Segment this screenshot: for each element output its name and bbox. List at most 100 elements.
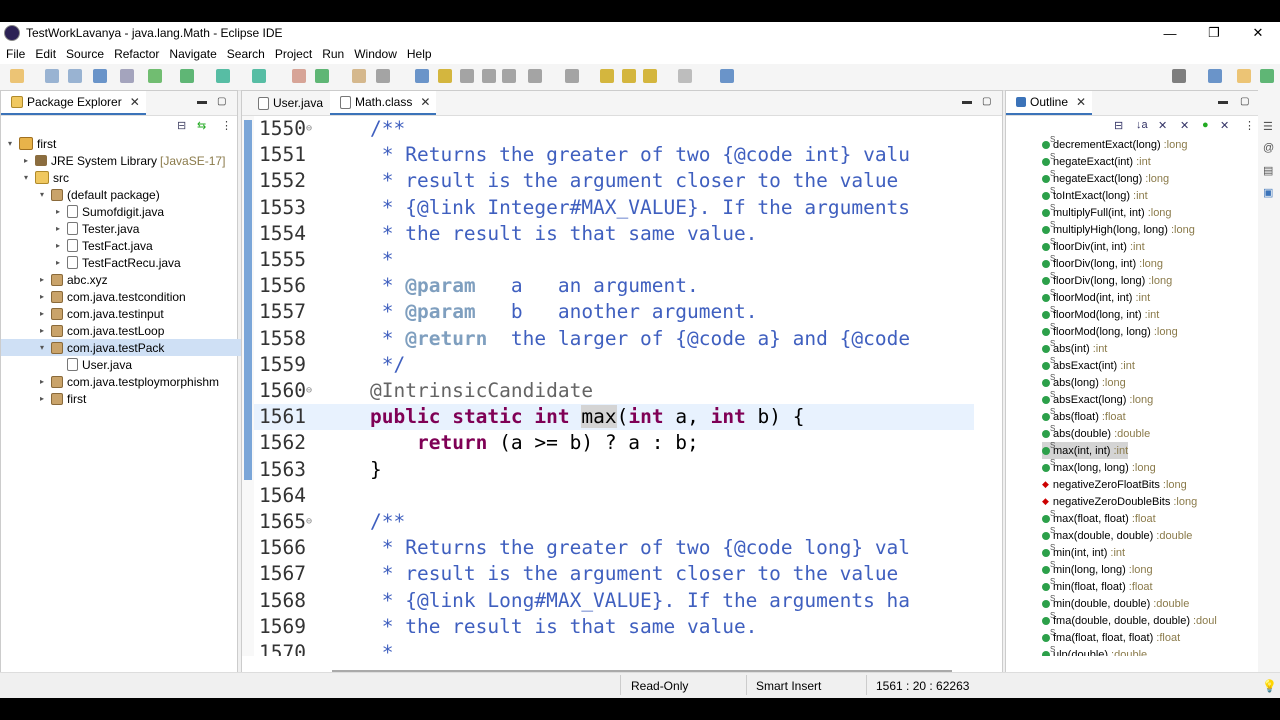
search-toolbar-icon[interactable] bbox=[376, 69, 390, 83]
minimize-panel-icon[interactable]: ▬ bbox=[197, 96, 207, 107]
expanded-arrow-icon[interactable]: ▾ bbox=[21, 173, 31, 182]
tab-outline[interactable]: Outline ✕ bbox=[1006, 91, 1093, 115]
code-line[interactable]: 1567 * result is the argument closer to … bbox=[254, 561, 974, 587]
code-line[interactable]: 1566 * Returns the greater of two {@code… bbox=[254, 535, 974, 561]
prev-annotation-icon[interactable] bbox=[565, 69, 579, 83]
outline-item[interactable]: Sfma(double, double, double) : doul bbox=[1042, 611, 1217, 629]
tree-item[interactable]: ▾ com.java.testPack bbox=[1, 339, 267, 356]
block-select-icon[interactable] bbox=[460, 69, 474, 83]
coverage-icon[interactable] bbox=[216, 69, 230, 83]
next-annotation-icon[interactable] bbox=[528, 69, 542, 83]
mark-occurrences-icon[interactable] bbox=[415, 69, 429, 83]
view-menu-icon[interactable]: ⋮ bbox=[1244, 119, 1255, 132]
maximize-editor-icon[interactable]: ▢ bbox=[982, 96, 991, 107]
terminal-icon[interactable] bbox=[93, 69, 107, 83]
collapsed-arrow-icon[interactable]: ▸ bbox=[37, 326, 47, 335]
outline-item[interactable]: Smax(double, double) : double bbox=[1042, 526, 1192, 544]
view-menu-icon[interactable]: ⋮ bbox=[221, 119, 232, 132]
maximize-panel-icon[interactable]: ▢ bbox=[217, 96, 226, 107]
collapsed-arrow-icon[interactable]: ▸ bbox=[21, 156, 31, 165]
outline-item[interactable]: SabsExact(long) : long bbox=[1042, 390, 1153, 408]
new-class-icon[interactable] bbox=[315, 69, 329, 83]
tree-item[interactable]: ▾ src bbox=[1, 169, 251, 186]
open-perspective-icon[interactable] bbox=[1208, 69, 1222, 83]
tree-item[interactable]: ▸ com.java.testploymorphishm bbox=[1, 373, 267, 390]
outline-item[interactable]: Smax(long, long) : long bbox=[1042, 458, 1156, 476]
back-icon[interactable] bbox=[643, 69, 657, 83]
tip-bulb-icon[interactable]: 💡 bbox=[1262, 679, 1277, 693]
pilcrow-icon[interactable] bbox=[502, 69, 516, 83]
menu-project[interactable]: Project bbox=[275, 47, 312, 61]
outline-item[interactable]: Sulp(double) : double bbox=[1042, 645, 1147, 656]
code-line[interactable]: 1551 * Returns the greater of two {@code… bbox=[254, 142, 974, 168]
tab-math-class[interactable]: Math.class ✕ bbox=[330, 91, 437, 115]
tab-package-explorer[interactable]: Package Explorer ✕ bbox=[1, 91, 146, 115]
code-editor[interactable]: 1550 ⊖/** 1551 * Returns the greater of tw… bbox=[254, 116, 974, 656]
outline-item[interactable]: SnegateExact(int) : int bbox=[1042, 152, 1151, 170]
hide-fields-icon[interactable]: ✕ bbox=[1158, 119, 1167, 132]
menu-navigate[interactable]: Navigate bbox=[169, 47, 216, 61]
menu-search[interactable]: Search bbox=[227, 47, 265, 61]
expanded-arrow-icon[interactable]: ▾ bbox=[37, 343, 47, 352]
outline-item[interactable]: ◆ negativeZeroDoubleBits : long bbox=[1042, 493, 1197, 510]
collapsed-arrow-icon[interactable]: ▸ bbox=[37, 394, 47, 403]
tab-user-java[interactable]: User.java bbox=[248, 91, 329, 115]
external-tools-icon[interactable] bbox=[252, 69, 266, 83]
code-line[interactable]: 1568 * {@link Long#MAX_VALUE}. If the ar… bbox=[254, 588, 974, 614]
debug-perspective-icon[interactable] bbox=[1260, 69, 1274, 83]
code-line[interactable]: 1569 * the result is that same value. bbox=[254, 614, 974, 640]
outline-item[interactable]: Sabs(float) : float bbox=[1042, 407, 1126, 425]
fold-icon[interactable]: ⊖ bbox=[306, 509, 312, 535]
collapse-all-icon[interactable]: ⊟ bbox=[177, 119, 186, 132]
minimize-editor-icon[interactable]: ▬ bbox=[962, 96, 972, 107]
task-list-icon[interactable]: ☰ bbox=[1263, 120, 1273, 133]
code-line[interactable]: 1565 ⊖ /** bbox=[254, 509, 974, 535]
hide-static-icon[interactable]: ✕ bbox=[1180, 119, 1189, 132]
status-insert-mode[interactable]: Smart Insert bbox=[756, 679, 821, 693]
close-tab-icon[interactable]: ✕ bbox=[1076, 95, 1086, 109]
new-icon[interactable] bbox=[10, 69, 24, 83]
tree-item[interactable]: ▸ abc.xyz bbox=[1, 271, 267, 288]
collapsed-arrow-icon[interactable]: ▸ bbox=[53, 241, 63, 250]
skip-breakpoints-icon[interactable] bbox=[120, 69, 134, 83]
code-line[interactable]: 1552 * result is the argument closer to … bbox=[254, 168, 974, 194]
menu-file[interactable]: File bbox=[6, 47, 25, 61]
collapsed-arrow-icon[interactable]: ▸ bbox=[37, 309, 47, 318]
link-editor-icon[interactable]: ⇆ bbox=[197, 119, 206, 132]
tree-item[interactable]: ▸ com.java.testcondition bbox=[1, 288, 267, 305]
outline-item[interactable]: SfloorDiv(long, long) : long bbox=[1042, 271, 1172, 289]
console-icon[interactable]: ▣ bbox=[1263, 186, 1273, 199]
outline-item[interactable]: SmultiplyHigh(long, long) : long bbox=[1042, 220, 1195, 238]
annotation-icon[interactable]: @ bbox=[1263, 142, 1274, 154]
outline-item[interactable]: SfloorMod(int, int) : int bbox=[1042, 288, 1150, 306]
tree-item[interactable]: ▸ com.java.testinput bbox=[1, 305, 267, 322]
expanded-arrow-icon[interactable]: ▾ bbox=[5, 139, 15, 148]
tree-item[interactable]: ▾ (default package) bbox=[1, 186, 267, 203]
outline-item[interactable]: StoIntExact(long) : int bbox=[1042, 186, 1148, 204]
save-icon[interactable] bbox=[45, 69, 59, 83]
collapsed-arrow-icon[interactable]: ▸ bbox=[37, 275, 47, 284]
outline-item[interactable]: Sabs(int) : int bbox=[1042, 339, 1107, 357]
tree-item[interactable]: ▸ JRE System Library [JavaSE-17] bbox=[1, 152, 251, 169]
javadoc-icon[interactable]: ▤ bbox=[1263, 164, 1273, 177]
run-icon[interactable] bbox=[180, 69, 194, 83]
last-edit-icon[interactable] bbox=[600, 69, 614, 83]
code-line[interactable]: 1564 bbox=[254, 483, 974, 509]
outline-item[interactable]: Sabs(long) : long bbox=[1042, 373, 1126, 391]
fold-icon[interactable]: ⊖ bbox=[306, 116, 312, 142]
open-type-icon[interactable] bbox=[352, 69, 366, 83]
outline-item[interactable]: ◆ negativeZeroFloatBits : long bbox=[1042, 476, 1187, 493]
new-java-project-icon[interactable] bbox=[292, 69, 306, 83]
restore-icon[interactable]: ❐ bbox=[1192, 22, 1236, 44]
code-line[interactable]: 1559 */ bbox=[254, 352, 974, 378]
code-line[interactable]: 1554 * the result is that same value. bbox=[254, 221, 974, 247]
outline-item[interactable]: Smax(float, float) : float bbox=[1042, 509, 1156, 527]
outline-item[interactable]: SfloorMod(long, long) : long bbox=[1042, 322, 1178, 340]
code-line[interactable]: 1562 return (a >= b) ? a : b; bbox=[254, 430, 974, 456]
hide-nonpublic-icon[interactable]: ● bbox=[1202, 119, 1209, 131]
menu-help[interactable]: Help bbox=[407, 47, 432, 61]
code-line[interactable]: 1558 * @return the larger of {@code a} a… bbox=[254, 326, 974, 352]
outline-item[interactable]: SdecrementExact(long) : long bbox=[1042, 136, 1187, 153]
close-tab-icon[interactable]: ✕ bbox=[130, 95, 140, 109]
collapsed-arrow-icon[interactable]: ▸ bbox=[53, 207, 63, 216]
